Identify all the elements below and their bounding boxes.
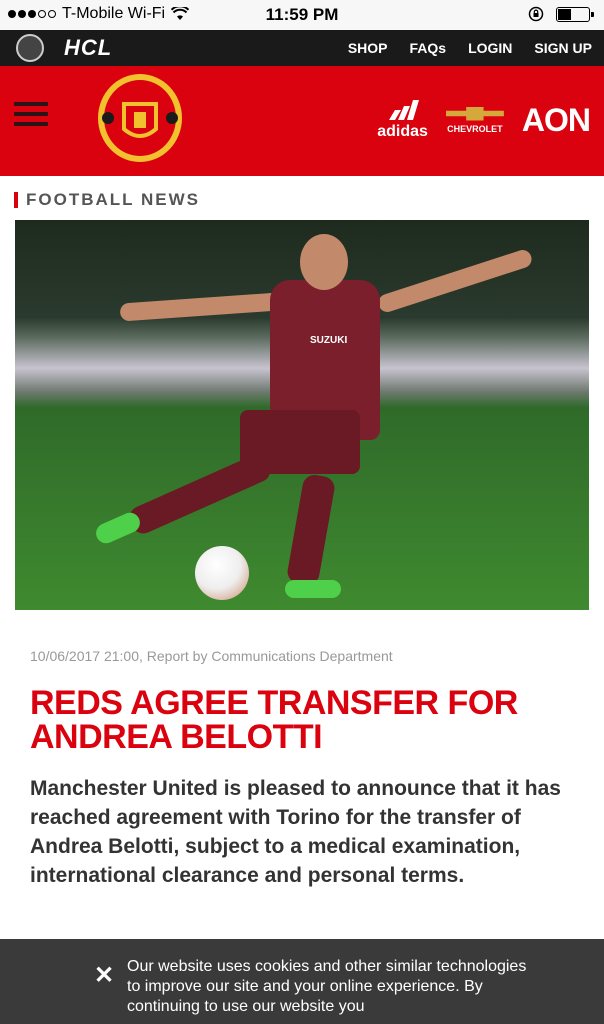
hamburger-menu-icon[interactable] [14, 102, 48, 126]
adidas-logo: adidas [377, 100, 428, 140]
login-link[interactable]: LOGIN [468, 40, 512, 56]
section-label: FOOTBALL NEWS [14, 190, 200, 210]
player-arm-right [376, 247, 534, 315]
player-boot-right [285, 580, 341, 598]
hcl-logo: HCL [64, 35, 113, 60]
cookie-message: Our website uses cookies and other simil… [127, 958, 527, 1015]
section-accent-bar [14, 192, 18, 208]
player-head [300, 234, 348, 290]
manchester-united-crest-icon[interactable] [96, 72, 184, 164]
signup-link[interactable]: SIGN UP [534, 40, 592, 56]
section-title: FOOTBALL NEWS [26, 190, 200, 209]
shop-link[interactable]: SHOP [348, 40, 388, 56]
site-header: adidas CHEVROLET AON [0, 66, 604, 176]
status-bar: T-Mobile Wi-Fi 11:59 PM [0, 0, 604, 30]
adidas-label: adidas [377, 123, 428, 140]
battery-icon [556, 6, 594, 22]
faqs-link[interactable]: FAQs [410, 40, 447, 56]
player-boot-left [92, 509, 144, 547]
football [195, 546, 249, 600]
shirt-sponsor-text: SUZUKI [310, 335, 348, 346]
player-leg-right [285, 473, 337, 587]
player-arm-left [119, 292, 281, 322]
club-crest-small-icon[interactable] [16, 34, 44, 62]
article-intro: Manchester United is pleased to announce… [30, 777, 561, 887]
top-nav-links: SHOP FAQs LOGIN SIGN UP [348, 40, 592, 56]
chevrolet-label: CHEVROLET [447, 123, 503, 134]
clock: 11:59 PM [265, 5, 339, 24]
status-right [528, 6, 594, 22]
top-nav: HCL SHOP FAQs LOGIN SIGN UP [0, 30, 604, 66]
article-meta: 10/06/2017 21:00, Report by Communicatio… [30, 648, 393, 664]
cookie-banner: ✕ Our website uses cookies and other sim… [0, 939, 604, 1024]
close-icon[interactable]: ✕ [94, 961, 114, 990]
sponsor-logos: adidas CHEVROLET AON [377, 100, 591, 140]
player-leg-left [125, 450, 275, 538]
article-hero-image[interactable]: SUZUKI [15, 220, 589, 610]
aon-logo: AON [521, 101, 591, 138]
adidas-icon [388, 100, 419, 120]
article-headline: REDS AGREE TRANSFER FOR ANDREA BELOTTI [30, 684, 518, 756]
rotation-lock-icon [528, 6, 544, 22]
chevrolet-logo: CHEVROLET [445, 106, 504, 134]
chevrolet-bowtie-icon [445, 106, 504, 121]
